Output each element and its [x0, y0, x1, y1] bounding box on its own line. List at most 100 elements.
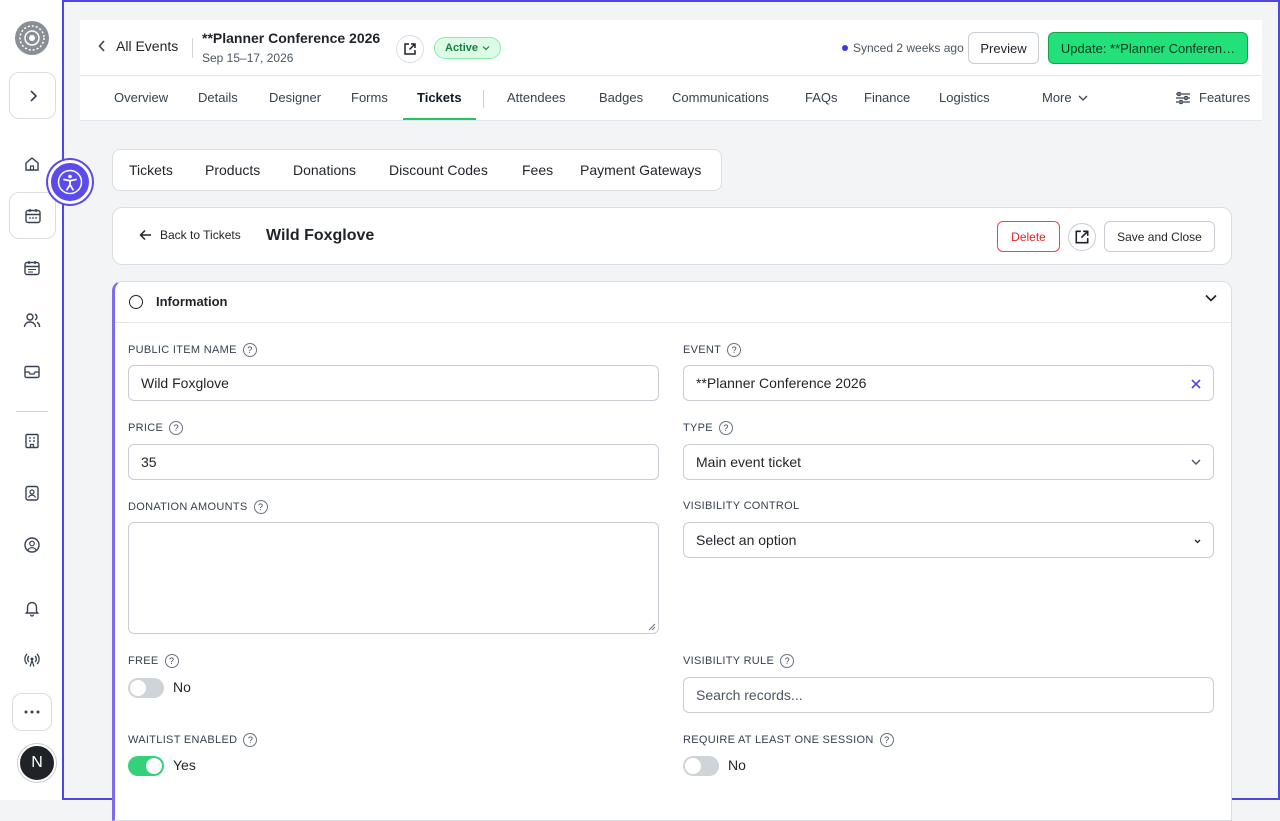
free-toggle[interactable]: [128, 678, 164, 698]
tab-logistics[interactable]: Logistics: [939, 90, 990, 105]
all-events-label: All Events: [116, 38, 179, 54]
broadcast-icon[interactable]: [22, 650, 42, 670]
event-title: **Planner Conference 2026: [202, 30, 381, 46]
type-label-text: TYPE: [683, 422, 713, 434]
schedule-icon[interactable]: [22, 258, 42, 278]
logo-icon[interactable]: [14, 20, 50, 56]
preview-button[interactable]: Preview: [968, 32, 1039, 64]
chevron-down-icon[interactable]: [1205, 294, 1217, 302]
events-nav-button[interactable]: [9, 192, 56, 239]
section-title: Information: [156, 294, 228, 309]
help-icon[interactable]: ?: [718, 421, 733, 435]
price-label-text: PRICE: [128, 422, 164, 434]
event-select[interactable]: **Planner Conference 2026: [683, 365, 1214, 401]
visibility-rule-label: VISIBILITY RULE ?: [683, 654, 795, 668]
active-tab-indicator: [403, 118, 476, 120]
expand-sidebar-button[interactable]: [9, 72, 56, 119]
clear-icon[interactable]: [1191, 379, 1201, 389]
waitlist-enabled-label: WAITLIST ENABLED ?: [128, 733, 258, 747]
subtab-discount-codes[interactable]: Discount Codes: [389, 162, 488, 178]
open-event-external-button[interactable]: [396, 35, 424, 63]
sync-text: Synced 2 weeks ago: [853, 41, 964, 55]
price-input[interactable]: 35: [128, 444, 659, 480]
more-apps-button[interactable]: [12, 693, 52, 731]
building-icon[interactable]: [22, 431, 42, 451]
external-link-icon: [1075, 230, 1089, 244]
back-to-tickets-link[interactable]: Back to Tickets: [139, 228, 241, 242]
free-label-text: FREE: [128, 655, 159, 667]
save-and-close-button[interactable]: Save and Close: [1104, 221, 1215, 252]
tab-overview[interactable]: Overview: [114, 90, 168, 105]
tab-faqs[interactable]: FAQs: [805, 90, 838, 105]
help-icon[interactable]: ?: [243, 733, 258, 747]
chevron-right-icon: [29, 89, 37, 102]
tab-details[interactable]: Details: [198, 90, 238, 105]
information-section-header[interactable]: Information: [115, 282, 1231, 323]
mail-icon[interactable]: [22, 362, 42, 382]
help-icon[interactable]: ?: [169, 421, 184, 435]
resize-handle-icon[interactable]: [648, 623, 656, 631]
public-item-name-label-text: PUBLIC ITEM NAME: [128, 344, 237, 356]
visibility-rule-placeholder: Search records...: [696, 687, 803, 703]
event-nav: Overview Details Designer Forms Tickets …: [80, 76, 1262, 121]
accessibility-button[interactable]: [48, 160, 92, 204]
sync-status: Synced 2 weeks ago: [842, 41, 964, 55]
subtab-payment-gateways[interactable]: Payment Gateways: [580, 162, 701, 178]
accessibility-icon: [57, 169, 83, 195]
help-icon[interactable]: ?: [727, 343, 742, 357]
tab-forms[interactable]: Forms: [351, 90, 388, 105]
tab-badges[interactable]: Badges: [599, 90, 643, 105]
tab-more[interactable]: More: [1042, 90, 1088, 105]
help-icon[interactable]: ?: [879, 733, 894, 747]
event-label-text: EVENT: [683, 344, 722, 356]
type-select[interactable]: Main event ticket: [683, 444, 1214, 480]
contact-card-icon[interactable]: [22, 483, 42, 503]
chevron-down-icon: [1194, 539, 1201, 544]
tab-communications[interactable]: Communications: [672, 90, 769, 105]
features-button[interactable]: Features: [1175, 90, 1250, 105]
help-icon[interactable]: ?: [242, 343, 257, 357]
tab-tickets[interactable]: Tickets: [417, 90, 462, 105]
visibility-control-select[interactable]: Select an option: [683, 522, 1214, 558]
open-item-external-button[interactable]: [1068, 223, 1096, 251]
price-label: PRICE ?: [128, 421, 184, 435]
public-item-name-input[interactable]: Wild Foxglove: [128, 365, 659, 401]
help-icon[interactable]: ?: [253, 500, 268, 514]
item-title: Wild Foxglove: [266, 227, 375, 244]
status-badge[interactable]: Active: [434, 37, 502, 59]
require-session-toggle[interactable]: [683, 756, 719, 776]
visibility-rule-search[interactable]: Search records...: [683, 677, 1214, 713]
help-icon[interactable]: ?: [780, 654, 795, 668]
home-icon[interactable]: [22, 154, 42, 174]
header-divider: [192, 38, 193, 58]
subtab-donations[interactable]: Donations: [293, 162, 356, 178]
visibility-control-value: Select an option: [696, 532, 797, 548]
help-icon[interactable]: ?: [164, 654, 179, 668]
tab-designer[interactable]: Designer: [269, 90, 321, 105]
tab-attendees[interactable]: Attendees: [507, 90, 566, 105]
status-label: Active: [445, 42, 479, 54]
require-session-label-text: REQUIRE AT LEAST ONE SESSION: [683, 734, 874, 746]
tab-finance[interactable]: Finance: [864, 90, 910, 105]
toggle-knob: [130, 680, 146, 696]
bell-icon[interactable]: [22, 598, 42, 618]
people-icon[interactable]: [22, 310, 42, 330]
sliders-icon: [1176, 91, 1190, 104]
require-session-toggle-state: No: [728, 757, 746, 773]
all-events-link[interactable]: All Events: [98, 38, 178, 54]
nav-divider: [483, 90, 484, 108]
donation-amounts-textarea[interactable]: [128, 522, 659, 634]
subtab-tickets[interactable]: Tickets: [129, 162, 173, 178]
toggle-knob: [685, 758, 701, 774]
chevron-down-icon: [482, 46, 490, 51]
delete-button[interactable]: Delete: [997, 221, 1060, 252]
update-button[interactable]: Update: **Planner Conferen…: [1048, 32, 1248, 64]
avatar[interactable]: N: [18, 744, 56, 782]
waitlist-toggle[interactable]: [128, 756, 164, 776]
type-select-value: Main event ticket: [696, 454, 802, 470]
chevron-left-icon: [98, 40, 105, 52]
user-circle-icon[interactable]: [22, 535, 42, 555]
subtab-fees[interactable]: Fees: [522, 162, 553, 178]
external-link-icon: [404, 43, 416, 55]
subtab-products[interactable]: Products: [205, 162, 260, 178]
